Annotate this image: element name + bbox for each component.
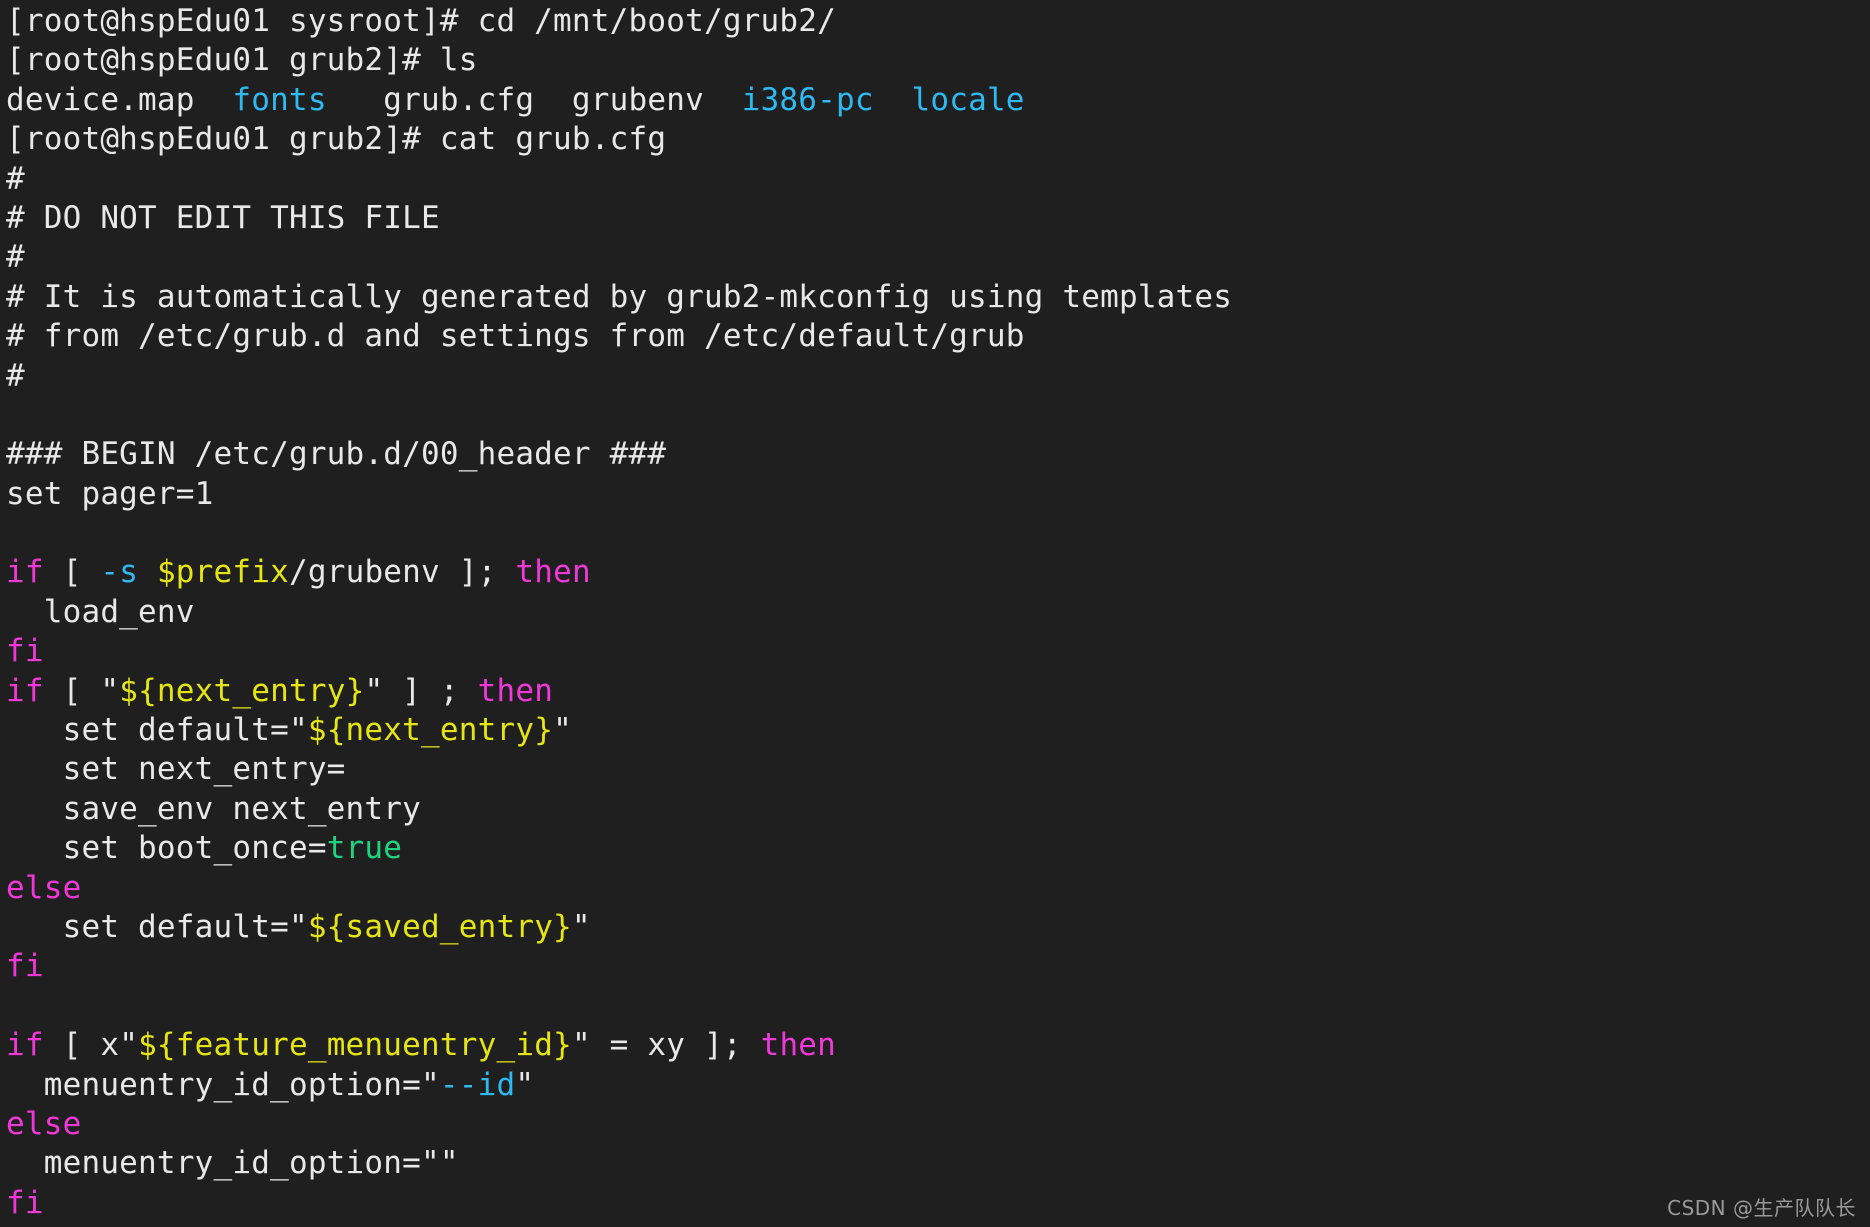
terminal-segment: i386-pc xyxy=(741,81,874,118)
terminal-segment: grub.cfg grubenv xyxy=(326,81,742,118)
terminal-line-fi-3: fi xyxy=(6,1184,1870,1223)
terminal-segment: then xyxy=(477,672,554,709)
terminal-line-blank-3 xyxy=(6,987,1870,1026)
terminal-segment: ${saved_entry} xyxy=(307,908,572,945)
terminal-segment: fi xyxy=(6,633,44,670)
terminal-segment: $prefix xyxy=(156,554,289,591)
terminal-line-comment-3: # xyxy=(6,238,1870,277)
terminal-segment: --id xyxy=(439,1066,516,1103)
terminal-segment: if xyxy=(6,672,44,709)
terminal-segment: ${next_entry} xyxy=(307,712,554,749)
terminal-segment: # DO NOT EDIT THIS FILE xyxy=(6,199,440,236)
terminal-line-ls-output: device.map fonts grub.cfg grubenv i386-p… xyxy=(6,81,1870,120)
terminal-line-set-default-saved: set default="${saved_entry}" xyxy=(6,908,1870,947)
terminal-line-comment-1: # xyxy=(6,160,1870,199)
terminal-segment: # xyxy=(6,357,25,394)
terminal-segment: load_env xyxy=(6,593,195,630)
terminal-segment: if xyxy=(6,554,44,591)
terminal-segment: " xyxy=(553,712,572,749)
terminal-output[interactable]: [root@hspEdu01 sysroot]# cd /mnt/boot/gr… xyxy=(0,0,1870,1223)
terminal-segment: ${feature_menuentry_id} xyxy=(138,1027,572,1064)
terminal-segment: ### BEGIN /etc/grub.d/00_header ### xyxy=(6,436,667,473)
terminal-line-menuentry-id-option-empty: menuentry_id_option="" xyxy=(6,1144,1870,1183)
terminal-segment: " xyxy=(515,1066,535,1103)
terminal-segment: fonts xyxy=(232,81,327,118)
terminal-line-else-2: else xyxy=(6,1105,1870,1144)
terminal-line-set-next-entry: set next_entry= xyxy=(6,750,1870,789)
terminal-segment: [root@hspEdu01 grub2]# cat grub.cfg xyxy=(6,121,667,158)
terminal-segment: [root@hspEdu01 grub2]# ls xyxy=(6,42,478,79)
terminal-line-set-pager: set pager=1 xyxy=(6,475,1870,514)
terminal-segment xyxy=(138,554,157,590)
terminal-segment: set default=" xyxy=(6,712,308,749)
terminal-segment: menuentry_id_option="" xyxy=(6,1145,459,1182)
terminal-line-cmd-cd: [root@hspEdu01 sysroot]# cd /mnt/boot/gr… xyxy=(6,2,1870,41)
terminal-window[interactable]: [root@hspEdu01 sysroot]# cd /mnt/boot/gr… xyxy=(0,0,1870,1227)
terminal-line-blank-1 xyxy=(6,396,1870,435)
terminal-line-blank-2 xyxy=(6,514,1870,553)
terminal-segment: locale xyxy=(911,81,1025,118)
terminal-segment: # It is automatically generated by grub2… xyxy=(6,278,1233,315)
terminal-line-fi-2: fi xyxy=(6,947,1870,986)
terminal-segment: ${next_entry} xyxy=(119,672,365,709)
terminal-segment: else xyxy=(6,869,82,906)
terminal-segment: " ] ; xyxy=(364,672,478,709)
terminal-segment xyxy=(874,82,912,118)
terminal-segment: else xyxy=(6,1105,82,1142)
terminal-segment: # xyxy=(6,239,25,276)
terminal-line-set-default-next: set default="${next_entry}" xyxy=(6,711,1870,750)
terminal-line-comment-5: # from /etc/grub.d and settings from /et… xyxy=(6,317,1870,356)
terminal-segment: set pager=1 xyxy=(6,475,214,512)
terminal-segment: [ " xyxy=(43,672,120,709)
terminal-segment: [ x" xyxy=(43,1027,139,1064)
terminal-segment: # from /etc/grub.d and settings from /et… xyxy=(6,318,1025,355)
terminal-segment: " xyxy=(571,908,591,945)
terminal-segment: device.map xyxy=(6,81,233,118)
terminal-segment: [ xyxy=(43,554,101,591)
terminal-segment: /grubenv ]; xyxy=(288,554,516,591)
terminal-line-if-next-entry: if [ "${next_entry}" ] ; then xyxy=(6,672,1870,711)
terminal-line-if-prefix-grubenv: if [ -s $prefix/grubenv ]; then xyxy=(6,553,1870,592)
csdn-watermark: CSDN @生产队队长 xyxy=(1667,1196,1856,1220)
terminal-line-comment-6: # xyxy=(6,357,1870,396)
terminal-segment: fi xyxy=(6,948,44,985)
terminal-line-cmd-ls: [root@hspEdu01 grub2]# ls xyxy=(6,41,1870,80)
terminal-line-if-feature-menuentry-id: if [ x"${feature_menuentry_id}" = xy ]; … xyxy=(6,1026,1870,1065)
terminal-segment: save_env next_entry xyxy=(6,790,421,827)
terminal-segment: set boot_once= xyxy=(6,830,327,867)
terminal-line-else-1: else xyxy=(6,869,1870,908)
terminal-segment: fi xyxy=(6,1184,44,1221)
terminal-segment: set default=" xyxy=(6,908,308,945)
terminal-line-begin-header: ### BEGIN /etc/grub.d/00_header ### xyxy=(6,435,1870,474)
terminal-line-set-boot-once: set boot_once=true xyxy=(6,829,1870,868)
terminal-line-comment-4: # It is automatically generated by grub2… xyxy=(6,278,1870,317)
terminal-segment xyxy=(6,515,25,551)
terminal-line-fi-1: fi xyxy=(6,632,1870,671)
terminal-segment: " = xy ]; xyxy=(571,1027,761,1064)
terminal-segment xyxy=(6,988,25,1024)
terminal-line-comment-2: # DO NOT EDIT THIS FILE xyxy=(6,199,1870,238)
terminal-segment: [root@hspEdu01 sysroot]# cd /mnt/boot/gr… xyxy=(6,3,836,39)
terminal-line-load-env: load_env xyxy=(6,593,1870,632)
terminal-segment: true xyxy=(326,830,403,867)
terminal-segment: -s xyxy=(100,554,139,591)
terminal-line-save-env-next: save_env next_entry xyxy=(6,790,1870,829)
terminal-line-cmd-cat: [root@hspEdu01 grub2]# cat grub.cfg xyxy=(6,120,1870,159)
terminal-line-menuentry-id-option-id: menuentry_id_option="--id" xyxy=(6,1066,1870,1105)
terminal-segment: then xyxy=(515,554,591,591)
terminal-segment: set next_entry= xyxy=(6,751,346,788)
terminal-segment: # xyxy=(6,160,25,197)
terminal-segment: then xyxy=(760,1027,837,1064)
terminal-segment: menuentry_id_option=" xyxy=(6,1066,440,1103)
terminal-segment: if xyxy=(6,1027,44,1064)
terminal-segment xyxy=(6,397,25,433)
